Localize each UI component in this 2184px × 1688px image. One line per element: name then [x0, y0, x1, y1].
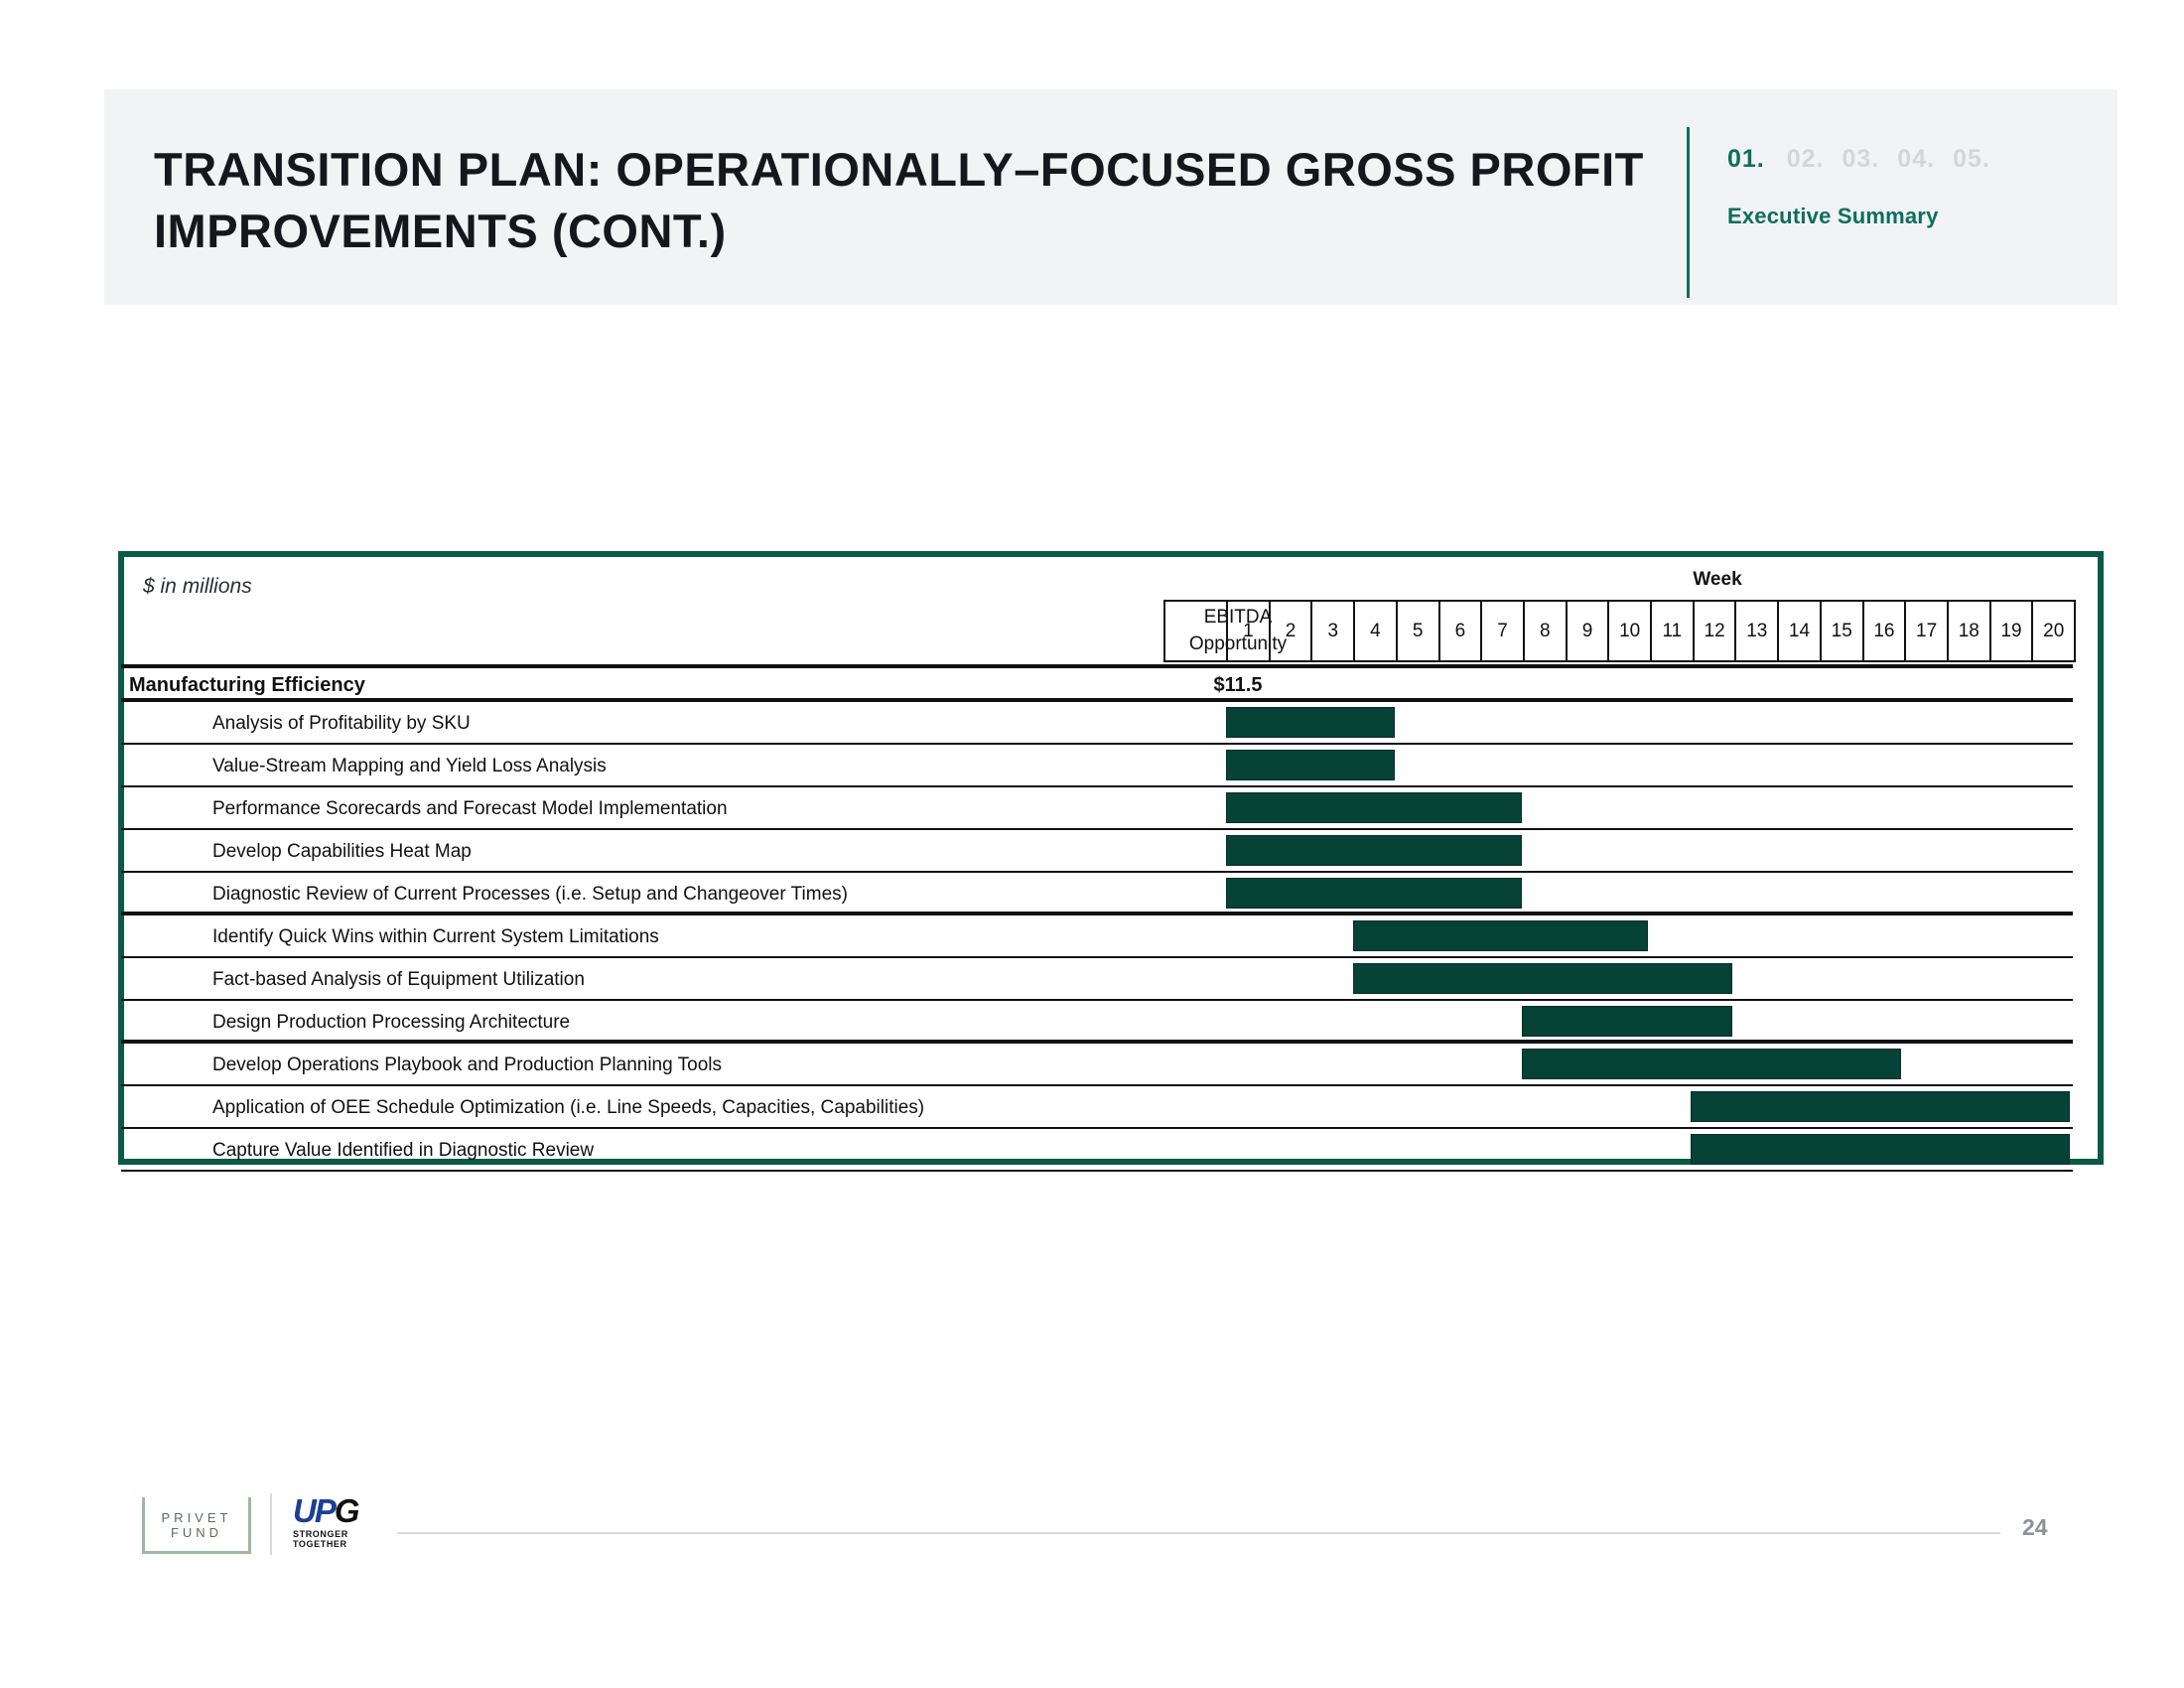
privet-fund-logo: PRIVET FUND [142, 1497, 251, 1553]
gantt-bar[interactable] [1690, 1091, 2070, 1122]
week-header-cell-14: 14 [1779, 602, 1822, 660]
week-header-cell-13: 13 [1736, 602, 1780, 660]
week-header-cell-19: 19 [1991, 602, 2034, 660]
section-number-03[interactable]: 03. [1843, 145, 1880, 173]
gantt-bar[interactable] [1226, 878, 1522, 909]
task-label: Develop Capabilities Heat Map [212, 841, 472, 862]
gantt-track [1226, 1001, 2070, 1040]
privet-logo-line2: FUND [170, 1525, 223, 1540]
week-header-cell-4: 4 [1355, 602, 1398, 660]
week-header-cell-2: 2 [1271, 602, 1313, 660]
task-row: Design Production Processing Architectur… [121, 1001, 2073, 1044]
week-header-cell-5: 5 [1398, 602, 1440, 660]
week-header-cell-6: 6 [1440, 602, 1483, 660]
gantt-track [1226, 745, 2070, 785]
week-header-cell-9: 9 [1568, 602, 1610, 660]
category-row: Manufacturing Efficiency $11.5 [121, 664, 2073, 702]
task-rows-container: Analysis of Profitability by SKU Value-St… [121, 702, 2073, 1172]
task-label: Diagnostic Review of Current Processes (… [212, 884, 848, 905]
task-label: Develop Operations Playbook and Producti… [212, 1055, 722, 1075]
week-header-title: Week [1693, 569, 1742, 590]
task-row: Capture Value Identified in Diagnostic R… [121, 1129, 2073, 1172]
upg-logo: UPG STRONGER TOGETHER [293, 1494, 388, 1554]
gantt-bar[interactable] [1352, 963, 1732, 994]
week-header-cell-20: 20 [2043, 620, 2065, 641]
task-row: Performance Scorecards and Forecast Mode… [121, 787, 2073, 830]
task-row: Diagnostic Review of Current Processes (… [121, 873, 2073, 915]
gantt-track [1226, 787, 2070, 828]
gantt-track [1226, 830, 2070, 871]
gantt-bar[interactable] [1226, 835, 1522, 866]
week-header-cell-11: 11 [1652, 602, 1695, 660]
header-divider [1687, 127, 1690, 298]
section-number-01[interactable]: 01. [1727, 145, 1765, 173]
gantt-track [1226, 958, 2070, 999]
week-header-cell-3: 3 [1312, 602, 1356, 660]
week-header-cell-17: 17 [1906, 602, 1949, 660]
week-header-cell-18: 18 [1949, 602, 1991, 660]
task-row: Value-Stream Mapping and Yield Loss Anal… [121, 745, 2073, 787]
units-note: $ in millions [143, 575, 252, 598]
category-ebitda-value: $11.5 [1213, 674, 1263, 696]
category-name: Manufacturing Efficiency [129, 674, 365, 696]
week-header-cell-8: 8 [1525, 602, 1568, 660]
task-label: Design Production Processing Architectur… [212, 1012, 571, 1033]
task-row: Fact-based Analysis of Equipment Utiliza… [121, 958, 2073, 1001]
gantt-bar[interactable] [1226, 707, 1395, 738]
privet-logo-underline [142, 1551, 251, 1554]
upg-logo-wordmark: UPG [293, 1492, 360, 1529]
gantt-bar[interactable] [1521, 1006, 1732, 1037]
gantt-track [1226, 1086, 2070, 1127]
week-header-cell-1: 1 [1228, 602, 1271, 660]
gantt-bar[interactable] [1226, 792, 1522, 823]
page-number: 24 [2022, 1514, 2048, 1540]
gantt-track [1226, 873, 2070, 912]
task-label: Application of OEE Schedule Optimization… [212, 1097, 925, 1118]
page-title: TRANSITION PLAN: OPERATIONALLY–FOCUSED G… [154, 143, 1644, 258]
gantt-bar[interactable] [1521, 1049, 1901, 1079]
upg-logo-tagline: STRONGER TOGETHER [293, 1529, 348, 1549]
week-header-cell-16: 16 [1864, 602, 1907, 660]
task-label: Analysis of Profitability by SKU [212, 713, 471, 734]
gantt-track [1226, 915, 2070, 956]
week-header-cell-15: 15 [1822, 602, 1864, 660]
section-label: Executive Summary [1727, 204, 1939, 228]
section-number-05[interactable]: 05. [1953, 145, 1990, 173]
section-number-02[interactable]: 02. [1787, 145, 1825, 173]
task-row: Identify Quick Wins within Current Syste… [121, 915, 2073, 958]
task-row: Develop Capabilities Heat Map [121, 830, 2073, 873]
week-header-cell-10: 10 [1609, 602, 1653, 660]
gantt-track [1226, 1044, 2070, 1084]
gantt-track [1226, 1129, 2070, 1170]
gantt-track [1226, 702, 2070, 743]
task-label: Fact-based Analysis of Equipment Utiliza… [212, 969, 585, 990]
task-row: Develop Operations Playbook and Producti… [121, 1044, 2073, 1086]
logo-separator [270, 1493, 272, 1555]
task-label: Capture Value Identified in Diagnostic R… [212, 1140, 595, 1161]
week-header-cell-7: 7 [1482, 602, 1525, 660]
gantt-bar[interactable] [1352, 920, 1648, 951]
gantt-bar[interactable] [1690, 1134, 2070, 1165]
section-number-04[interactable]: 04. [1897, 145, 1935, 173]
upg-logo-g: G [334, 1492, 360, 1529]
week-number-header-row: 1 2 3 4 5 6 7 8 9 10 11 12 13 14 15 16 17 18 19 20 [1226, 600, 2076, 662]
task-row: Application of OEE Schedule Optimization… [121, 1086, 2073, 1129]
task-row: Analysis of Profitability by SKU [121, 702, 2073, 745]
privet-logo-line1: PRIVET [161, 1510, 232, 1525]
task-label: Value-Stream Mapping and Yield Loss Anal… [212, 756, 607, 776]
week-header-cell-12: 12 [1695, 602, 1737, 660]
gantt-bar[interactable] [1226, 750, 1395, 780]
task-label: Performance Scorecards and Forecast Mode… [212, 798, 728, 819]
gantt-chart-frame: $ in millions Week EBITDA Opportunity 12… [118, 551, 2104, 1172]
section-number-nav[interactable]: 01. 02. 03. 04. 05. [1727, 145, 2008, 174]
footer-divider [397, 1532, 2000, 1534]
task-label: Identify Quick Wins within Current Syste… [212, 926, 659, 947]
